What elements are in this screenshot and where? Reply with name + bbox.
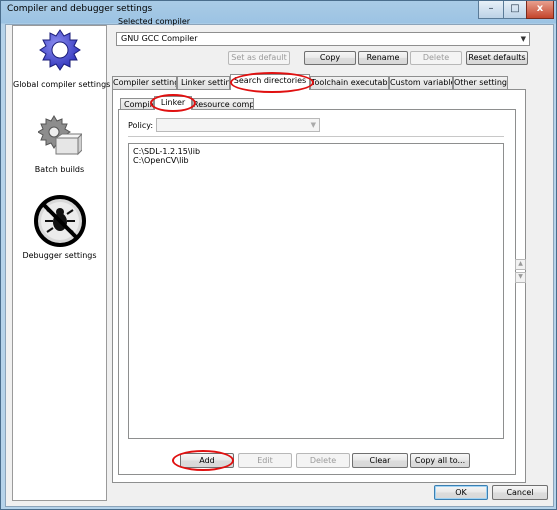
no-bug-icon [33,195,86,247]
window-title: Compiler and debugger settings [7,4,153,14]
tab-toolchain-executables[interactable]: Toolchain executables [310,76,389,90]
separator [128,136,504,137]
dialog-window: Compiler and debugger settings – □ x Glo… [0,0,557,510]
maximize-button[interactable]: □ [503,1,527,19]
tab-search-directories[interactable]: Search directories [230,74,310,90]
dialog-client-area: Global compiler settings Batch builds De… [5,17,554,507]
sidebar-item-label: Batch builds [34,165,85,174]
delete-button[interactable]: Delete [296,453,350,468]
directories-list[interactable]: C:\SDL-1.2.15\lib C:\OpenCV\lib [128,143,504,439]
cancel-button[interactable]: Cancel [492,485,548,500]
settings-category-list[interactable]: Global compiler settings Batch builds De… [12,25,111,501]
sidebar-item-label: Global compiler settings [13,80,111,89]
gear-box-icon [37,115,82,156]
gear-icon [38,29,81,71]
compiler-select[interactable]: GNU GCC Compiler ▼ [116,32,530,46]
sidebar-item-debugger[interactable] [13,194,106,248]
compiler-select-value: GNU GCC Compiler [121,34,198,43]
policy-select[interactable]: ▼ [156,118,320,132]
list-item[interactable]: C:\SDL-1.2.15\lib [133,147,499,156]
set-as-default-button[interactable]: Set as default [228,51,290,65]
edit-button[interactable]: Edit [238,453,292,468]
subtab-linker[interactable]: Linker [154,96,192,110]
selected-compiler-label: Selected compiler [118,17,191,26]
tab-linker-settings[interactable]: Linker settings [177,76,230,90]
chevron-down-icon: ▼ [310,121,316,129]
list-item[interactable]: C:\OpenCV\lib [133,156,499,165]
sidebar-item-batch-builds[interactable] [13,114,106,160]
ok-button[interactable]: OK [434,485,488,500]
chevron-down-icon: ▼ [520,35,526,43]
minimize-button[interactable]: – [478,1,504,19]
tab-other-settings[interactable]: Other settings [453,76,508,90]
sidebar-item-label: Debugger settings [22,251,97,260]
policy-label: Policy: [128,121,154,130]
sidebar-item-global-compiler[interactable] [13,28,106,72]
tab-custom-variables[interactable]: Custom variables [389,76,453,90]
close-button[interactable]: x [526,1,554,19]
add-button[interactable]: Add [180,453,234,468]
delete-compiler-button[interactable]: Delete [410,51,462,65]
move-up-button[interactable]: ▲ [515,259,526,270]
copy-button[interactable]: Copy [304,51,356,65]
rename-button[interactable]: Rename [358,51,408,65]
reset-defaults-button[interactable]: Reset defaults [466,51,528,65]
copy-all-to-button[interactable]: Copy all to... [410,453,470,468]
tab-compiler-settings[interactable]: Compiler settings [112,76,177,90]
move-down-button[interactable]: ▼ [515,272,526,283]
clear-button[interactable]: Clear [352,453,408,468]
